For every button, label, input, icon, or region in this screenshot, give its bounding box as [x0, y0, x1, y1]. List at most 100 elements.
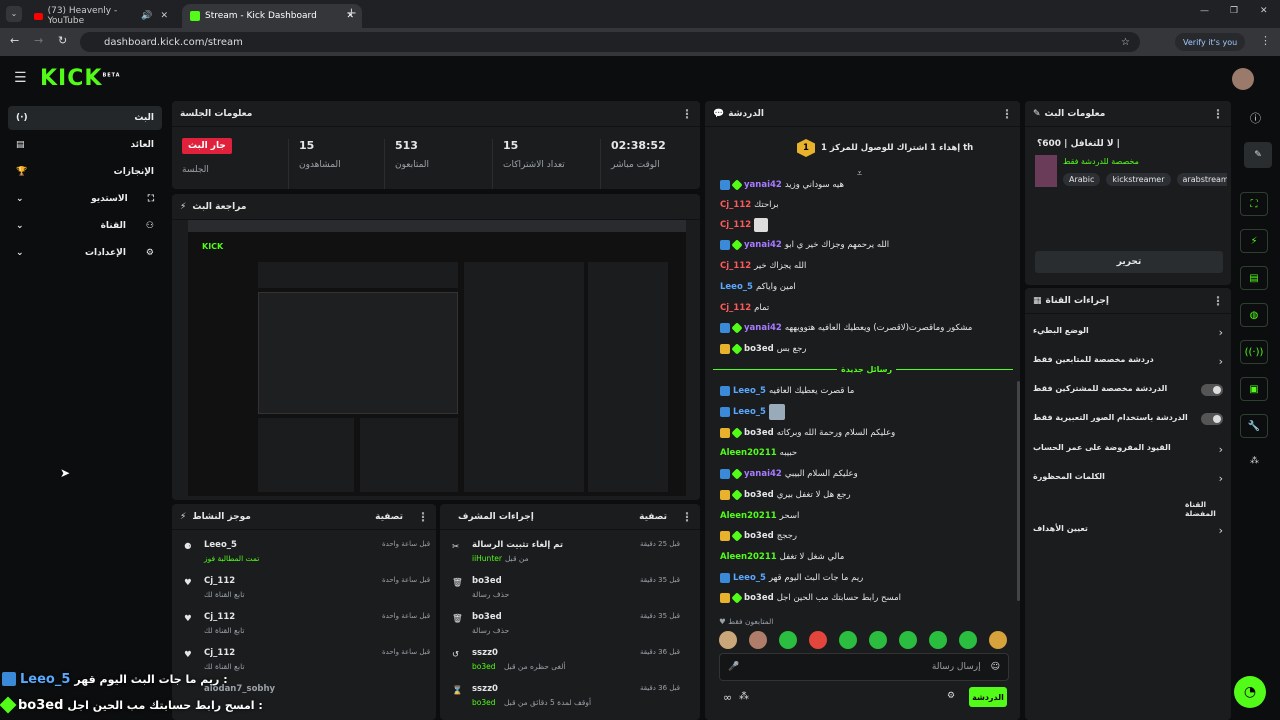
chat-settings-icon[interactable]: ⚙	[947, 691, 955, 701]
edit-button[interactable]: تحرير	[1035, 251, 1223, 273]
bookmark-star-icon[interactable]: ☆	[1121, 37, 1130, 48]
emote-icon[interactable]	[839, 631, 857, 649]
filter-button[interactable]: تصفية	[639, 512, 667, 522]
wrench-icon[interactable]: 🔧	[1240, 414, 1268, 438]
stream-preview-video[interactable]: KICK	[188, 220, 686, 496]
chat-message[interactable]: Aleen20211 مالي شغل لا تغفل	[720, 548, 1010, 566]
chat-username[interactable]: Aleen20211	[720, 511, 777, 521]
chat-username[interactable]: Leeo_5	[733, 407, 766, 417]
sidebar-item-settings[interactable]: ⌄ الإعدادات ⚙	[8, 241, 162, 265]
back-icon[interactable]: ←	[10, 34, 19, 47]
chat-message[interactable]: yanai42 وعليكم السلام البيبي	[720, 465, 1010, 483]
chat-username[interactable]: yanai42	[744, 323, 782, 333]
chat-username[interactable]: bo3ed	[744, 531, 774, 541]
quick-edit-icon[interactable]: ✎	[1244, 142, 1272, 168]
chat-message[interactable]: Cj_112 الله يجزاك خير	[720, 257, 1010, 275]
info-icon[interactable]: ⓘ	[1250, 110, 1261, 126]
chat-input[interactable]: 🎤 إرسال رسالة ☺	[719, 653, 1009, 681]
sidebar-item-studio[interactable]: ⌄ الاستديو ⛶	[8, 187, 162, 211]
emotes-only-toggle[interactable]	[1201, 413, 1223, 425]
sidebar-item-channel[interactable]: ⌄ القناة ⚇	[8, 214, 162, 238]
window-close-icon[interactable]: ✕	[1260, 6, 1268, 16]
reload-icon[interactable]: ↻	[58, 34, 67, 47]
action-goals[interactable]: تعيين الأهداف ›	[1033, 524, 1223, 542]
browser-tab-kick[interactable]: Stream - Kick Dashboard ✕	[182, 4, 362, 28]
chat-username[interactable]: Aleen20211	[720, 552, 777, 562]
chat-message[interactable]: yanai42 مشكور وماقصرت(لاقصرت) ويعطيك العا…	[720, 319, 1010, 337]
filter-button[interactable]: تصفية	[375, 512, 403, 522]
more-options-icon[interactable]: ⋮	[681, 107, 693, 121]
chat-message[interactable]: Cj_112	[720, 216, 1010, 234]
chat-username[interactable]: bo3ed	[744, 344, 774, 354]
emoji-icon[interactable]: ☺	[991, 662, 1000, 672]
chat-username[interactable]: Aleen20211	[720, 448, 777, 458]
chat-scrollbar[interactable]	[1017, 381, 1020, 601]
emote-icon[interactable]	[929, 631, 947, 649]
sidebar-item-revenue[interactable]: ▤ العائد	[8, 133, 162, 157]
chat-message[interactable]: bo3ed امسح رابط حسابتك مب الحين اجل	[720, 589, 1010, 607]
hamburger-menu-icon[interactable]: ☰	[14, 70, 27, 86]
chat-message[interactable]: yanai42 الله يرحمهم وجزاك خير ي ابو	[720, 236, 1010, 254]
more-options-icon[interactable]: ⋮	[1212, 294, 1224, 308]
category-name[interactable]: مخصصة للدردشة فقط	[1063, 157, 1139, 166]
chat-username[interactable]: Leeo_5	[720, 282, 753, 292]
emote-icon[interactable]	[749, 631, 767, 649]
action-account-age[interactable]: القيود المفروضة على عمر الحساب ›	[1033, 443, 1223, 461]
notes-icon[interactable]: ▤	[1240, 266, 1268, 290]
close-tab-icon[interactable]: ✕	[160, 11, 168, 21]
chat-username[interactable]: Cj_112	[720, 220, 751, 230]
tag-chip[interactable]: Arabic	[1063, 173, 1101, 186]
chat-message[interactable]: bo3ed وعليكم السلام ورحمة الله وبركاته	[720, 424, 1010, 442]
emote-icon[interactable]	[899, 631, 917, 649]
broadcast-icon[interactable]: ((·))	[1240, 340, 1268, 364]
send-chat-button[interactable]: الدردشة	[969, 687, 1007, 707]
chat-username[interactable]: Cj_112	[720, 261, 751, 271]
chat-bubble-icon[interactable]: ◍	[1240, 303, 1268, 327]
lightning-icon[interactable]: ⚡	[1240, 229, 1268, 253]
forward-icon[interactable]: →	[34, 34, 43, 47]
more-apps-icon[interactable]: ⁂	[1250, 456, 1259, 466]
chat-username[interactable]: bo3ed	[744, 490, 774, 500]
emote-icon[interactable]	[809, 631, 827, 649]
chat-username[interactable]: Leeo_5	[733, 573, 766, 583]
browser-tab-youtube[interactable]: (73) Heavenly - YouTube 🔊 ✕	[26, 4, 176, 28]
chat-message[interactable]: bo3ed رجع هل لا تغفل بيري	[720, 486, 1010, 504]
infinity-icon[interactable]: ∞	[723, 691, 732, 704]
chat-message[interactable]: bo3ed رججج	[720, 527, 1010, 545]
tab-search-button[interactable]: ⌄	[6, 6, 22, 22]
more-options-icon[interactable]: ⋮	[1001, 107, 1013, 121]
kick-logo[interactable]: KICKBETA	[40, 66, 121, 91]
emote-icon[interactable]	[869, 631, 887, 649]
emote-icon[interactable]	[959, 631, 977, 649]
chat-username[interactable]: bo3ed	[744, 428, 774, 438]
studio-shortcut-icon[interactable]: ⛶	[1240, 192, 1268, 216]
chat-username[interactable]: yanai42	[744, 469, 782, 479]
sidebar-item-achievements[interactable]: 🏆 الإنجازات	[8, 160, 162, 184]
tag-chip[interactable]: arabstreame	[1176, 173, 1227, 186]
chat-message[interactable]: Aleen20211 اسحر	[720, 507, 1010, 525]
chat-message[interactable]: yanai42 هيه سوداني وزيد	[720, 176, 1010, 194]
tag-chip[interactable]: kickstreamer	[1106, 173, 1171, 186]
more-options-icon[interactable]: ⋮	[681, 510, 693, 524]
chat-username[interactable]: bo3ed	[744, 593, 774, 603]
restore-icon[interactable]: ❐	[1230, 6, 1238, 16]
emote-icon[interactable]	[719, 631, 737, 649]
chat-message[interactable]: Aleen20211 حبيبه	[720, 444, 1010, 462]
chat-message[interactable]: Leeo_5	[720, 403, 1010, 421]
chat-message[interactable]: Cj_112 براحتك	[720, 196, 1010, 214]
support-button[interactable]: ◔	[1234, 676, 1266, 708]
chat-message[interactable]: Cj_112 تمام	[720, 299, 1010, 317]
chat-username[interactable]: yanai42	[744, 240, 782, 250]
chat-username[interactable]: Cj_112	[720, 200, 751, 210]
chat-message[interactable]: bo3ed رجع بس	[720, 340, 1010, 358]
chat-message[interactable]: Leeo_5 ريم ما جات البث اليوم قهر	[720, 569, 1010, 587]
user-avatar[interactable]	[1232, 68, 1254, 90]
moderation-icon[interactable]: ▣	[1240, 377, 1268, 401]
emote-icon[interactable]	[779, 631, 797, 649]
browser-menu-icon[interactable]: ⋮	[1260, 34, 1271, 47]
chat-message[interactable]: Leeo_5 ما قصرت يعطيك العافيه	[720, 382, 1010, 400]
action-followers-only[interactable]: دردشة مخصصة للمتابعين فقط ›	[1033, 355, 1223, 373]
action-slow-mode[interactable]: الوضع البطيء ›	[1033, 326, 1223, 344]
sidebar-item-stream[interactable]: (·) البث	[8, 106, 162, 130]
url-field[interactable]: dashboard.kick.com/stream ☆	[80, 32, 1140, 52]
